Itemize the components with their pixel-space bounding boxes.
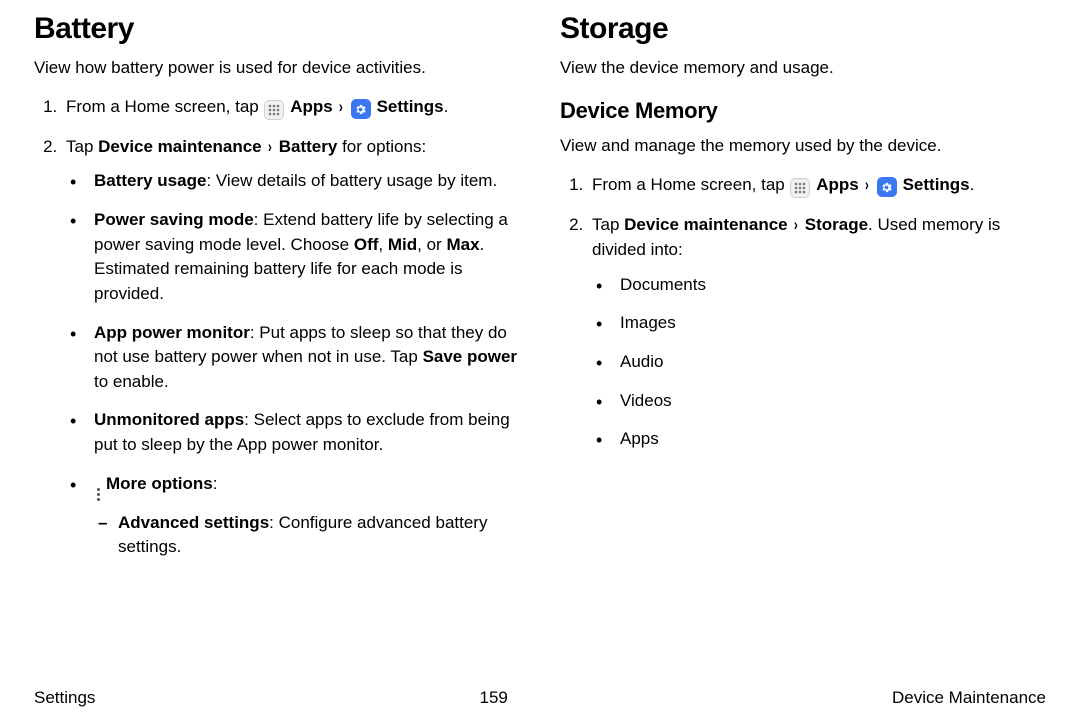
mode-max: Max: [446, 235, 479, 254]
bullet-unmonitored-apps: Unmonitored apps: Select apps to exclude…: [88, 408, 520, 457]
step2-suffix: for options:: [337, 137, 426, 156]
apps-icon: [264, 100, 284, 120]
bullet-label: Unmonitored apps: [94, 410, 244, 429]
bullet-label: Battery usage: [94, 171, 206, 190]
more-options-icon: [94, 488, 102, 501]
settings-label: Settings: [903, 175, 970, 194]
or-text: , or: [417, 235, 446, 254]
bullet-label: Power saving mode: [94, 210, 254, 229]
cat-documents: Documents: [614, 273, 1046, 298]
battery-step-1: From a Home screen, tap Apps › Settings.: [62, 94, 520, 120]
step2-prefix: Tap: [592, 215, 624, 234]
apps-icon: [790, 178, 810, 198]
colon: :: [213, 474, 218, 493]
footer-right: Device Maintenance: [892, 688, 1046, 708]
apps-label: Apps: [816, 175, 859, 194]
path-storage: Storage: [805, 215, 868, 234]
step1-text: From a Home screen, tap: [66, 97, 263, 116]
device-memory-intro: View and manage the memory used by the d…: [560, 134, 1046, 158]
bullet-more-options: More options: Advanced settings: Configu…: [88, 472, 520, 560]
chevron-right-icon: ›: [794, 212, 798, 238]
chevron-right-icon: ›: [268, 134, 272, 160]
period: .: [444, 97, 449, 116]
sub-advanced-settings: Advanced settings: Configure advanced ba…: [114, 511, 520, 560]
step1-text: From a Home screen, tap: [592, 175, 789, 194]
chevron-right-icon: ›: [865, 172, 869, 198]
save-power-label: Save power: [423, 347, 518, 366]
period: .: [970, 175, 975, 194]
bullet-label: More options: [106, 474, 213, 493]
apps-label: Apps: [290, 97, 333, 116]
storage-step-1: From a Home screen, tap Apps › Settings.: [588, 172, 1046, 198]
page-footer: Settings 159 Device Maintenance: [34, 688, 1046, 708]
cat-images: Images: [614, 311, 1046, 336]
battery-heading: Battery: [34, 12, 520, 46]
bullet-power-saving: Power saving mode: Extend battery life b…: [88, 208, 520, 307]
mode-mid: Mid: [388, 235, 417, 254]
battery-section: Battery View how battery power is used f…: [34, 12, 520, 574]
settings-label: Settings: [377, 97, 444, 116]
settings-icon: [351, 99, 371, 119]
battery-intro: View how battery power is used for devic…: [34, 56, 520, 80]
comma: ,: [378, 235, 387, 254]
storage-section: Storage View the device memory and usage…: [560, 12, 1046, 574]
storage-step-2: Tap Device maintenance › Storage. Used m…: [588, 212, 1046, 452]
storage-heading: Storage: [560, 12, 1046, 46]
bullet-battery-usage: Battery usage: View details of battery u…: [88, 169, 520, 194]
mode-off: Off: [354, 235, 379, 254]
footer-page-number: 159: [480, 688, 508, 708]
cat-audio: Audio: [614, 350, 1046, 375]
bullet-app-power-monitor: App power monitor: Put apps to sleep so …: [88, 321, 520, 395]
sub-label: Advanced settings: [118, 513, 269, 532]
storage-intro: View the device memory and usage.: [560, 56, 1046, 80]
cat-videos: Videos: [614, 389, 1046, 414]
path-device-maintenance: Device maintenance: [98, 137, 261, 156]
bullet-text: : View details of battery usage by item.: [206, 171, 497, 190]
bullet-label: App power monitor: [94, 323, 250, 342]
chevron-right-icon: ›: [339, 94, 343, 120]
path-device-maintenance: Device maintenance: [624, 215, 787, 234]
footer-left: Settings: [34, 688, 95, 708]
cat-apps: Apps: [614, 427, 1046, 452]
settings-icon: [877, 177, 897, 197]
path-battery: Battery: [279, 137, 338, 156]
step2-prefix: Tap: [66, 137, 98, 156]
device-memory-heading: Device Memory: [560, 98, 1046, 124]
battery-step-2: Tap Device maintenance › Battery for opt…: [62, 134, 520, 560]
bullet-text-b: to enable.: [94, 372, 169, 391]
